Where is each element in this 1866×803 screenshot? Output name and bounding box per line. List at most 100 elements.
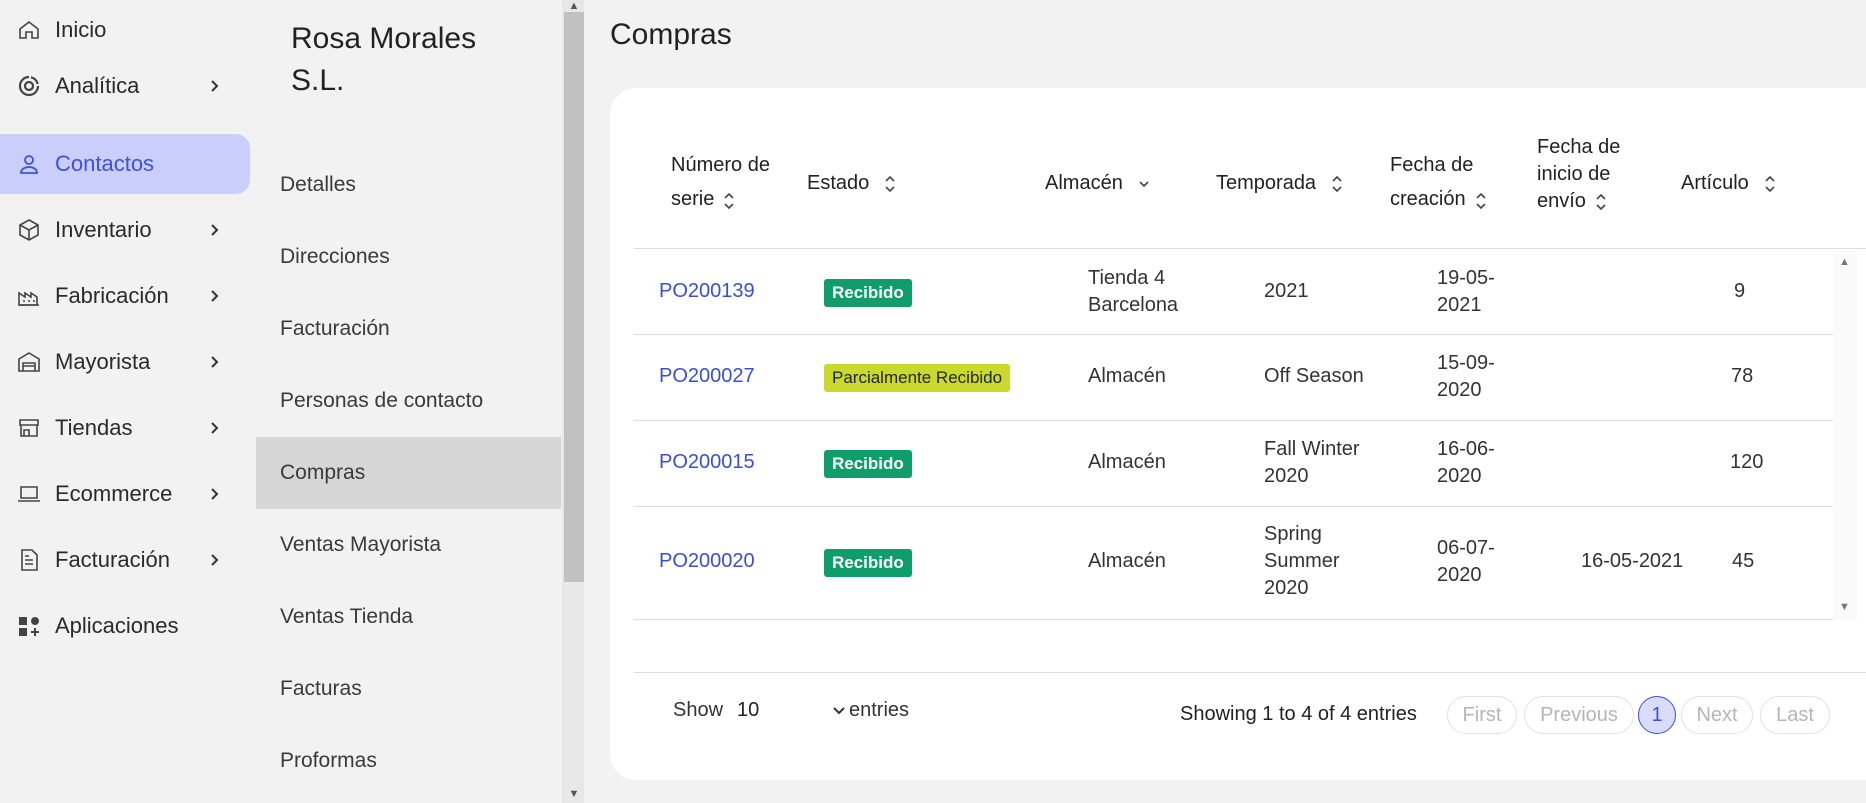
status-badge: Recibido	[824, 450, 912, 478]
status-badge: Parcialmente Recibido	[824, 364, 1011, 392]
nav-item-label: Facturación	[55, 547, 170, 572]
season-cell: Off Season	[1264, 365, 1364, 387]
laptop-icon	[17, 482, 41, 506]
column-header-created[interactable]: Fecha de creación	[1390, 148, 1510, 216]
nav-item-fabricacion[interactable]: Fabricación	[0, 266, 250, 326]
subnav-item-ventas-mayorista[interactable]: Ventas Mayorista	[256, 509, 561, 581]
chevron-right-icon	[211, 290, 219, 302]
subnav-item-detalles[interactable]: Detalles	[256, 149, 561, 221]
table-scrollbar[interactable]	[1833, 250, 1857, 620]
invoice-icon	[17, 548, 41, 572]
page-title: Compras	[610, 18, 732, 51]
subnav-item-facturas[interactable]: Facturas	[256, 653, 561, 725]
created-cell: 06-07-2020	[1437, 537, 1495, 586]
warehouse-icon	[17, 350, 41, 374]
nav-item-label: Fabricación	[55, 283, 169, 308]
box-icon	[17, 218, 41, 242]
nav-item-facturacion[interactable]: Facturación	[0, 530, 250, 590]
scroll-down-icon[interactable]: ▼	[567, 788, 581, 800]
season-cell: Spring Summer 2020	[1264, 523, 1340, 599]
header-divider	[634, 248, 1866, 249]
row-divider	[634, 506, 1833, 507]
chevron-down-icon	[1137, 173, 1151, 195]
column-header-article[interactable]: Artículo	[1681, 169, 1777, 197]
scroll-up-icon[interactable]: ▲	[567, 0, 581, 12]
pagination-next-button[interactable]: Next	[1681, 696, 1753, 734]
article-cell: 120	[1730, 451, 1764, 473]
footer-divider	[634, 672, 1866, 673]
subnav-item-personas-de-contacto[interactable]: Personas de contacto	[256, 365, 561, 437]
column-header-label: Artículo	[1681, 172, 1749, 194]
nav-item-contactos[interactable]: Contactos	[0, 134, 250, 194]
nav-item-label: Tiendas	[55, 415, 133, 440]
factory-icon	[17, 284, 41, 308]
created-cell: 15-09-2020	[1437, 352, 1495, 401]
column-header-label: Temporada	[1216, 172, 1317, 194]
chevron-right-icon	[211, 422, 219, 434]
column-header-label: Número de serie	[671, 154, 770, 210]
created-cell: 16-06-2020	[1437, 438, 1495, 487]
nav-item-label: Mayorista	[55, 349, 151, 374]
created-cell: 19-05-2021	[1437, 267, 1495, 316]
sort-icon	[1474, 189, 1488, 211]
season-cell: 2021	[1264, 280, 1309, 302]
subnav-item-direcciones[interactable]: Direcciones	[256, 221, 561, 293]
nav-item-analitica[interactable]: Analítica	[0, 56, 250, 116]
article-cell: 45	[1732, 550, 1755, 572]
contact-subnav: Rosa Morales S.L. Detalles Direcciones F…	[256, 0, 563, 803]
sort-icon	[1594, 191, 1608, 213]
column-header-label: Fecha de creación	[1390, 154, 1474, 210]
pagination-last-button[interactable]: Last	[1760, 696, 1830, 734]
pagination-first-button[interactable]: First	[1447, 696, 1517, 734]
sort-icon	[1763, 173, 1777, 195]
nav-item-label: Contactos	[55, 151, 155, 176]
subnav-item-proformas[interactable]: Proformas	[256, 725, 561, 797]
serial-link[interactable]: PO200027	[659, 363, 755, 390]
chevron-right-icon	[211, 356, 219, 368]
nav-item-inventario[interactable]: Inventario	[0, 200, 250, 260]
subnav-item-compras[interactable]: Compras	[256, 437, 561, 509]
analytics-icon	[17, 74, 41, 98]
nav-item-label: Ecommerce	[55, 481, 173, 506]
status-badge: Recibido	[824, 279, 912, 307]
column-header-serial[interactable]: Número de serie	[671, 148, 781, 216]
serial-link[interactable]: PO200020	[659, 548, 755, 575]
nav-item-label: Aplicaciones	[55, 613, 179, 638]
nav-item-mayorista[interactable]: Mayorista	[0, 332, 250, 392]
serial-link[interactable]: PO200015	[659, 449, 755, 476]
status-badge: Recibido	[824, 549, 912, 577]
column-header-status[interactable]: Estado	[807, 169, 897, 197]
nav-item-ecommerce[interactable]: Ecommerce	[0, 464, 250, 524]
column-header-season[interactable]: Temporada	[1216, 169, 1344, 197]
chevron-right-icon	[211, 554, 219, 566]
nav-item-label: Analítica	[55, 73, 140, 98]
pagination-previous-button[interactable]: Previous	[1524, 696, 1634, 734]
scroll-down-icon[interactable]: ▼	[1839, 601, 1850, 613]
subnav-item-facturacion[interactable]: Facturación	[256, 293, 561, 365]
nav-item-inicio[interactable]: Inicio	[0, 0, 250, 60]
chevron-down-icon	[833, 707, 845, 715]
column-header-ship-start[interactable]: Fecha de inicio de envío	[1537, 134, 1641, 215]
store-icon	[17, 416, 41, 440]
chevron-right-icon	[211, 488, 219, 500]
serial-link[interactable]: PO200139	[659, 278, 755, 305]
nav-item-tiendas[interactable]: Tiendas	[0, 398, 250, 458]
sort-icon	[722, 189, 736, 211]
scroll-up-icon[interactable]: ▲	[1839, 256, 1850, 268]
pagination-page-1-button[interactable]: 1	[1638, 696, 1676, 734]
subnav-scrollbar-thumb[interactable]	[564, 12, 584, 582]
subnav-item-ventas-tienda[interactable]: Ventas Tienda	[256, 581, 561, 653]
entries-per-page-value: 10	[737, 699, 760, 721]
article-cell: 9	[1734, 280, 1746, 302]
ship-start-cell: 16-05-2021	[1581, 550, 1684, 572]
column-header-label: Estado	[807, 172, 870, 194]
entries-per-page-select[interactable]: 10	[737, 694, 857, 728]
apps-icon	[17, 614, 41, 638]
column-header-warehouse[interactable]: Almacén	[1045, 169, 1151, 197]
chevron-right-icon	[211, 80, 219, 92]
nav-item-aplicaciones[interactable]: Aplicaciones	[0, 596, 250, 656]
entries-label: entries	[849, 699, 910, 721]
chevron-right-icon	[211, 224, 219, 236]
sort-icon	[1330, 173, 1344, 195]
column-header-label: Almacén	[1045, 172, 1123, 194]
